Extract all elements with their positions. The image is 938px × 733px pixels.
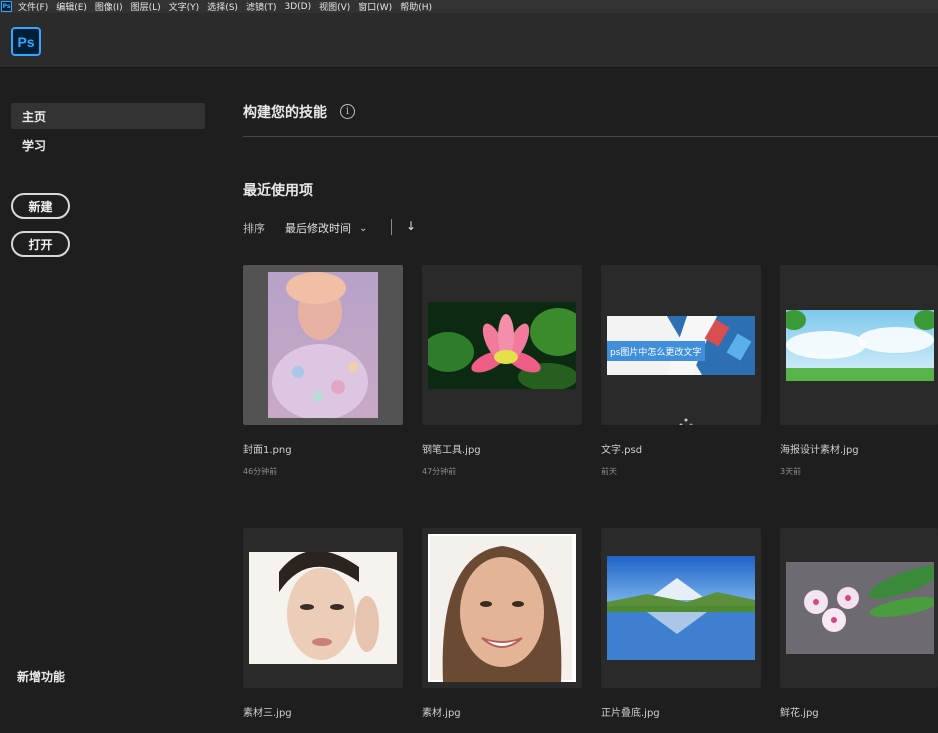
- file-thumbnail: [268, 272, 378, 418]
- file-name[interactable]: 文字.psd: [601, 441, 642, 456]
- chevron-down-icon: ⌄: [359, 222, 368, 234]
- menu-image[interactable]: 图像(I): [95, 0, 123, 13]
- menu-select[interactable]: 选择(S): [207, 0, 238, 13]
- file-thumbnail: [428, 534, 576, 682]
- file-name[interactable]: 正片叠底.jpg: [601, 704, 660, 719]
- file-card[interactable]: [243, 265, 403, 425]
- file-thumbnail: [607, 556, 755, 660]
- menu-type[interactable]: 文字(Y): [169, 0, 200, 13]
- file-thumbnail: [428, 302, 576, 389]
- file-card[interactable]: [601, 528, 761, 688]
- open-button[interactable]: 打开: [11, 231, 70, 257]
- file-modified-time: 3天前: [780, 467, 802, 476]
- file-modified-time: 46分钟前: [243, 467, 278, 476]
- file-card[interactable]: [780, 528, 938, 688]
- sidebar-item-learn[interactable]: 学习: [11, 132, 205, 158]
- thumbnail-text: ps图片中怎么更改文字: [610, 348, 702, 358]
- sort-dropdown[interactable]: 最后修改时间 ⌄: [285, 220, 367, 236]
- menu-file[interactable]: 文件(F): [18, 0, 48, 13]
- file-name[interactable]: 海报设计素材.jpg: [780, 441, 859, 456]
- menu-3d[interactable]: 3D(D): [284, 2, 311, 12]
- menu-window[interactable]: 窗口(W): [358, 0, 392, 13]
- loading-spinner-icon: [679, 417, 693, 425]
- menu-bar: Ps 文件(F) 编辑(E) 图像(I) 图层(L) 文字(Y) 选择(S) 滤…: [0, 0, 938, 13]
- file-card[interactable]: [243, 528, 403, 688]
- file-name[interactable]: 封面1.png: [243, 441, 292, 456]
- file-thumbnail: ps图片中怎么更改文字: [607, 316, 755, 375]
- file-card[interactable]: ps图片中怎么更改文字: [601, 265, 761, 425]
- file-card[interactable]: [422, 265, 582, 425]
- app-header: Ps: [0, 13, 938, 68]
- sidebar-item-home[interactable]: 主页: [11, 103, 205, 129]
- file-thumbnail: [786, 310, 934, 381]
- sort-value: 最后修改时间: [285, 222, 351, 235]
- file-card[interactable]: [780, 265, 938, 425]
- new-features-link[interactable]: 新增功能: [17, 668, 65, 685]
- divider: [391, 219, 392, 235]
- file-card[interactable]: [422, 528, 582, 688]
- photoshop-logo: Ps: [11, 27, 41, 56]
- menu-view[interactable]: 视图(V): [319, 0, 350, 13]
- file-thumbnail: [249, 552, 397, 664]
- menu-filter[interactable]: 滤镜(T): [246, 0, 277, 13]
- new-button[interactable]: 新建: [11, 193, 70, 219]
- divider: [243, 136, 938, 137]
- file-thumbnail: [786, 562, 934, 654]
- menu-edit[interactable]: 编辑(E): [56, 0, 87, 13]
- menu-help[interactable]: 帮助(H): [400, 0, 432, 13]
- sort-label: 排序: [243, 222, 265, 235]
- menu-layer[interactable]: 图层(L): [131, 0, 161, 13]
- file-modified-time: 47分钟前: [422, 467, 457, 476]
- file-name[interactable]: 鲜花.jpg: [780, 704, 819, 719]
- file-modified-time: 前天: [601, 467, 617, 476]
- recent-section-title: 最近使用项: [243, 183, 313, 199]
- ps-app-icon: Ps: [1, 1, 12, 12]
- info-icon[interactable]: i: [340, 104, 355, 119]
- sort-direction-arrow-icon[interactable]: ↓: [406, 219, 416, 233]
- page-title: 构建您的技能: [243, 105, 327, 121]
- file-name[interactable]: 素材三.jpg: [243, 704, 292, 719]
- file-name[interactable]: 钢笔工具.jpg: [422, 441, 481, 456]
- file-name[interactable]: 素材.jpg: [422, 704, 461, 719]
